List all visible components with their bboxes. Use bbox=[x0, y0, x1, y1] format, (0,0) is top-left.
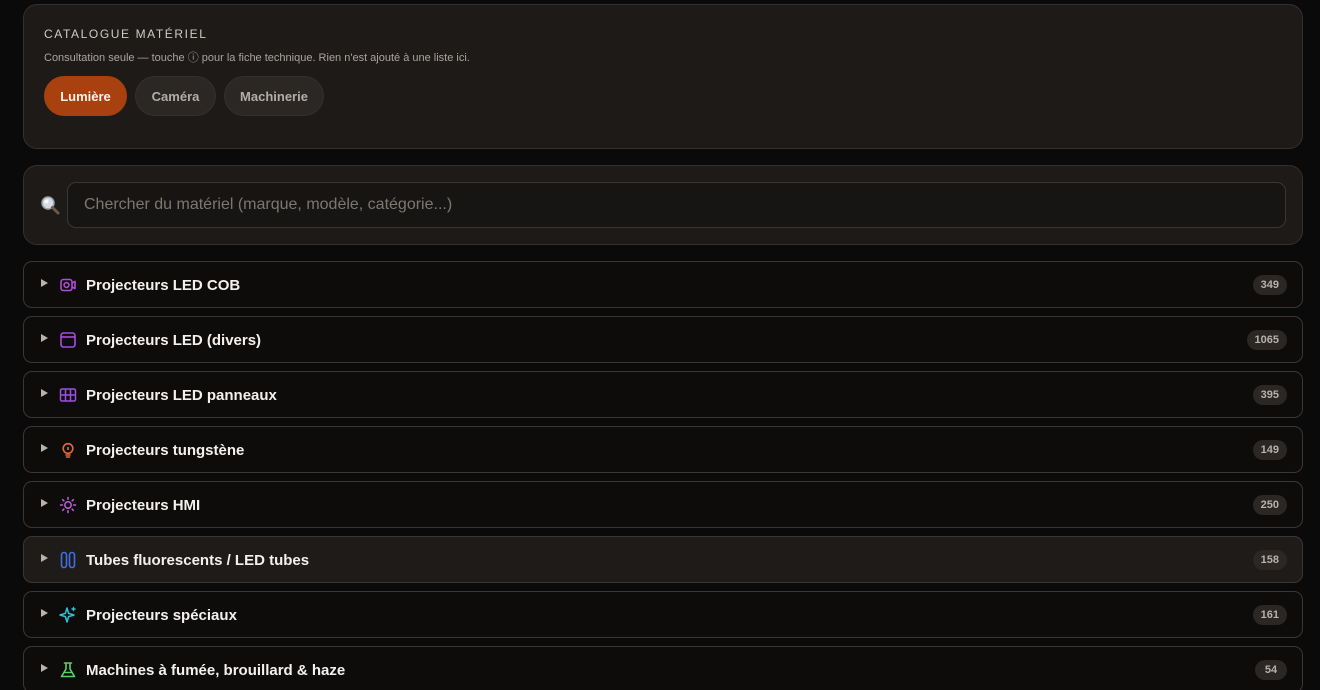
category-label: Machines à fumée, brouillard & haze bbox=[86, 662, 346, 679]
category-count-badge: 349 bbox=[1252, 275, 1287, 295]
category-row-led-panneaux[interactable]: Projecteurs LED panneaux 395 bbox=[23, 371, 1303, 418]
catalogue-header-card: CATALOGUE MATÉRIEL Consultation seule — … bbox=[23, 4, 1303, 149]
category-row-led-cob[interactable]: Projecteurs LED COB 349 bbox=[23, 261, 1303, 308]
expand-caret-icon bbox=[41, 664, 48, 672]
category-row-tubes[interactable]: Tubes fluorescents / LED tubes 158 bbox=[23, 536, 1303, 583]
category-label: Tubes fluorescents / LED tubes bbox=[86, 552, 310, 569]
category-row-led-divers[interactable]: Projecteurs LED (divers) 1065 bbox=[23, 316, 1303, 363]
category-label: Projecteurs HMI bbox=[86, 497, 201, 514]
category-count-badge: 158 bbox=[1252, 550, 1287, 570]
cob-projector-icon bbox=[60, 278, 76, 292]
expand-caret-icon bbox=[41, 554, 48, 562]
tab-machinerie[interactable]: Machinerie bbox=[224, 76, 324, 116]
category-count-badge: 149 bbox=[1252, 440, 1287, 460]
page-title: CATALOGUE MATÉRIEL bbox=[44, 27, 208, 41]
expand-caret-icon bbox=[41, 609, 48, 617]
grid-panel-icon bbox=[59, 388, 77, 402]
panel-window-icon bbox=[60, 332, 76, 348]
expand-caret-icon bbox=[41, 499, 48, 507]
category-label: Projecteurs LED (divers) bbox=[86, 332, 262, 349]
category-row-tungstene[interactable]: Projecteurs tungstène 149 bbox=[23, 426, 1303, 473]
category-label: Projecteurs LED COB bbox=[86, 277, 241, 294]
category-count-badge: 161 bbox=[1252, 605, 1287, 625]
category-count-badge: 395 bbox=[1252, 385, 1287, 405]
expand-caret-icon bbox=[41, 334, 48, 342]
bulb-icon bbox=[62, 442, 74, 458]
tubes-icon bbox=[60, 551, 76, 569]
expand-caret-icon bbox=[41, 444, 48, 452]
sparkle-icon bbox=[59, 606, 76, 623]
page-subtitle: Consultation seule — touche ⓘ pour la fi… bbox=[44, 52, 470, 64]
category-label: Projecteurs spéciaux bbox=[86, 607, 237, 624]
category-count-badge: 54 bbox=[1255, 660, 1287, 680]
category-row-fumee[interactable]: Machines à fumée, brouillard & haze 54 bbox=[23, 646, 1303, 690]
expand-caret-icon bbox=[41, 389, 48, 397]
category-count-badge: 250 bbox=[1252, 495, 1287, 515]
category-label: Projecteurs LED panneaux bbox=[86, 387, 277, 404]
expand-caret-icon bbox=[41, 279, 48, 287]
smoke-machine-icon bbox=[60, 662, 76, 678]
category-count-badge: 1065 bbox=[1246, 330, 1287, 350]
tab-camera[interactable]: Caméra bbox=[135, 76, 216, 116]
sun-icon bbox=[59, 496, 77, 514]
search-card bbox=[23, 165, 1303, 245]
category-row-speciaux[interactable]: Projecteurs spéciaux 161 bbox=[23, 591, 1303, 638]
category-row-hmi[interactable]: Projecteurs HMI 250 bbox=[23, 481, 1303, 528]
category-tabs: Lumière Caméra Machinerie bbox=[44, 76, 324, 116]
search-input[interactable] bbox=[67, 182, 1286, 228]
category-label: Projecteurs tungstène bbox=[86, 442, 245, 459]
tab-lumiere[interactable]: Lumière bbox=[44, 76, 127, 116]
magnifier-icon bbox=[41, 196, 60, 215]
